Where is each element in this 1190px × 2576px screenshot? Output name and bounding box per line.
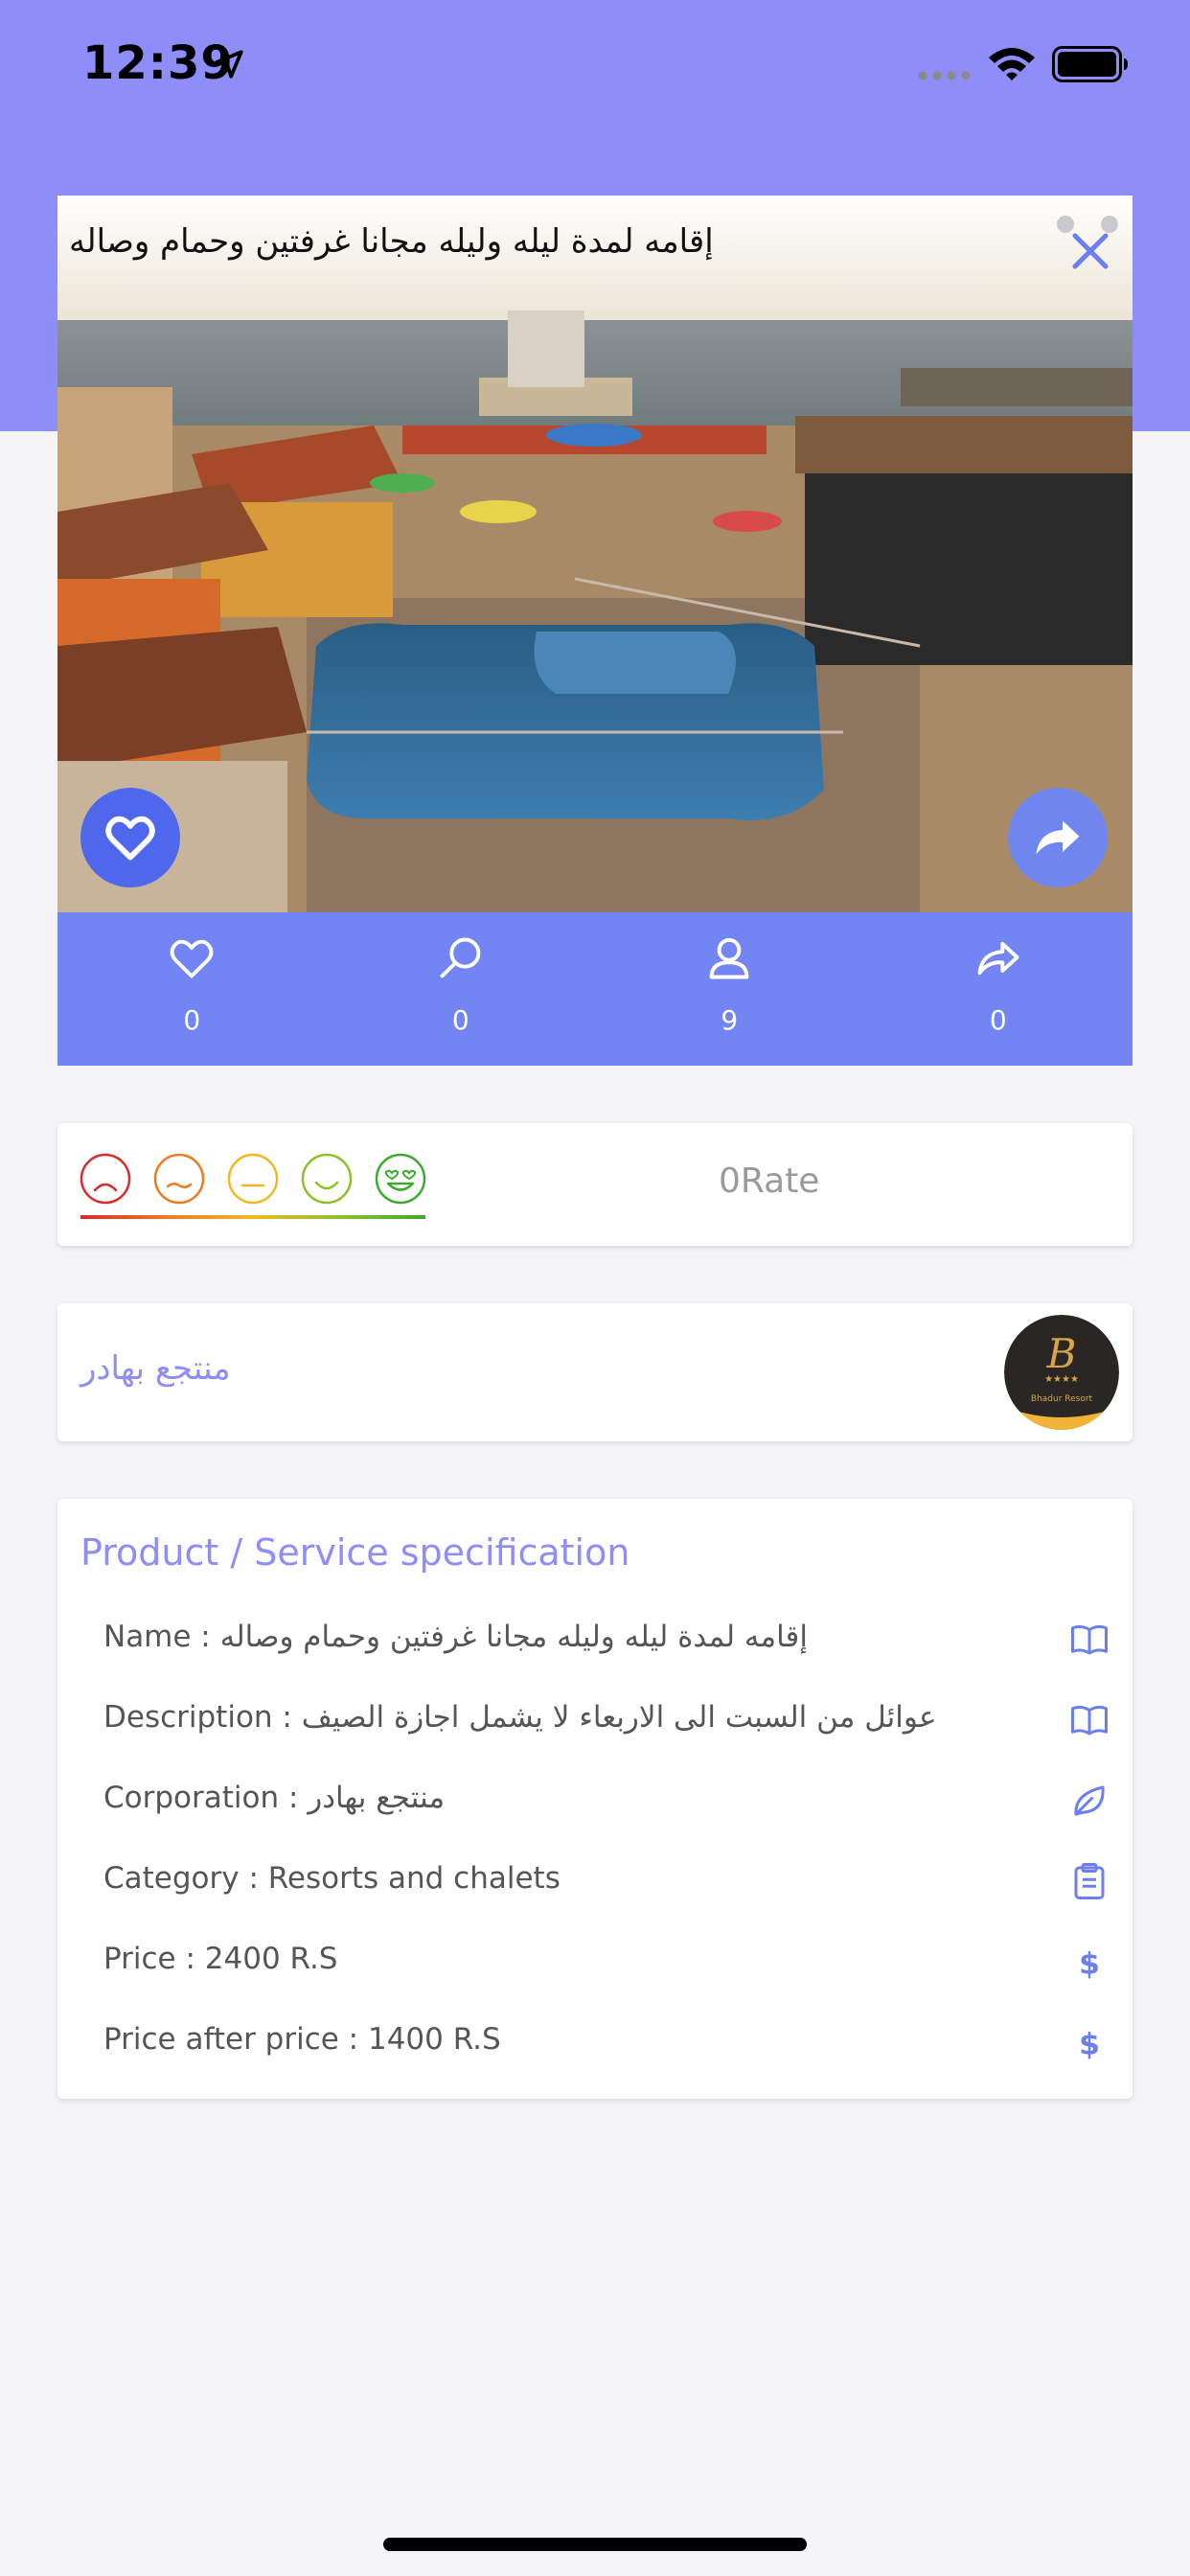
rating-card: 0Rate <box>57 1123 1133 1246</box>
corporation-logo: B ★★★★ Bhadur Resort <box>1004 1315 1119 1430</box>
leaf-icon <box>1074 1785 1105 1816</box>
corporation-card[interactable]: منتجع بهادر B ★★★★ Bhadur Resort <box>57 1303 1133 1441</box>
spec-row-price-after: Price after price : 1400 R.S $ <box>103 2012 1110 2070</box>
dollar-icon: $ <box>1079 2027 1100 2061</box>
spec-category-text: Category : Resorts and chalets <box>103 1861 561 1896</box>
favorite-button[interactable] <box>80 788 180 887</box>
stat-shares-value: 0 <box>989 1004 1007 1036</box>
stat-views[interactable]: 0 <box>327 912 596 1066</box>
spec-name-text: Name : إقامه لمدة ليله وليله مجانا غرفتي… <box>103 1620 808 1654</box>
spec-price-after-text: Price after price : 1400 R.S <box>103 2022 501 2057</box>
spec-row-name: Name : إقامه لمدة ليله وليله مجانا غرفتي… <box>103 1610 1110 1668</box>
neutral-face-icon[interactable] <box>226 1152 280 1206</box>
spec-description-text: Description : عوائل من السبت الى الاربعا… <box>103 1700 937 1735</box>
stat-shares[interactable]: 0 <box>864 912 1133 1066</box>
search-icon <box>440 937 481 978</box>
rate-count: 0Rate <box>719 1162 820 1201</box>
stat-views-value: 0 <box>451 1004 469 1036</box>
spec-corporation-text: Corporation : منتجع بهادر <box>103 1781 446 1815</box>
heart-icon <box>105 816 155 861</box>
wifi-icon <box>989 48 1035 80</box>
signal-icon <box>918 71 971 80</box>
share-arrow-icon <box>1036 820 1080 855</box>
love-face-icon[interactable] <box>374 1152 427 1206</box>
stat-users[interactable]: 9 <box>595 912 864 1066</box>
corporation-name: منتجع بهادر <box>80 1349 231 1388</box>
spec-row-description: Description : عوائل من السبت الى الاربعا… <box>103 1690 1110 1748</box>
stat-likes[interactable]: 0 <box>57 912 327 1066</box>
battery-icon <box>1052 46 1128 82</box>
spec-title: Product / Service specification <box>80 1531 630 1574</box>
close-icon[interactable] <box>1064 224 1117 278</box>
resort-photo <box>57 196 1133 912</box>
svg-text:$: $ <box>1079 1946 1100 1981</box>
svg-text:★★★★: ★★★★ <box>1044 1374 1079 1385</box>
stats-bar: 0 0 9 0 <box>57 912 1133 1066</box>
stat-users-value: 9 <box>721 1004 739 1036</box>
rating-faces <box>79 1152 427 1209</box>
spec-row-corporation: Corporation : منتجع بهادر <box>103 1771 1110 1828</box>
share-button[interactable] <box>1008 788 1108 887</box>
logo-text: Bhadur Resort <box>1031 1394 1093 1404</box>
spec-row-price: Price : 2400 R.S $ <box>103 1932 1110 1990</box>
home-indicator[interactable] <box>383 2538 807 2551</box>
product-title: إقامه لمدة ليله وليله مجانا غرفتين وحمام… <box>69 222 714 261</box>
user-icon <box>709 937 749 979</box>
dollar-icon: $ <box>1079 1946 1100 1981</box>
book-icon <box>1071 1705 1108 1736</box>
clipboard-icon <box>1074 1863 1105 1899</box>
spec-card: Product / Service specification Name : إ… <box>57 1499 1133 2099</box>
rating-gradient-line <box>80 1215 425 1219</box>
svg-text:B: B <box>1046 1330 1077 1377</box>
location-arrow-icon <box>215 50 243 79</box>
heart-outline-icon <box>170 939 214 978</box>
product-hero-card: إقامه لمدة ليله وليله مجانا غرفتين وحمام… <box>57 196 1133 912</box>
spec-price-text: Price : 2400 R.S <box>103 1942 338 1976</box>
stat-likes-value: 0 <box>183 1004 201 1036</box>
sad-face-icon[interactable] <box>152 1152 206 1206</box>
share-icon <box>977 941 1019 976</box>
book-icon <box>1071 1624 1108 1655</box>
spec-row-category: Category : Resorts and chalets <box>103 1852 1110 1909</box>
smile-face-icon[interactable] <box>300 1152 354 1206</box>
very-sad-face-icon[interactable] <box>79 1152 132 1206</box>
status-time: 12:39 <box>82 36 234 90</box>
svg-text:$: $ <box>1079 2027 1100 2061</box>
